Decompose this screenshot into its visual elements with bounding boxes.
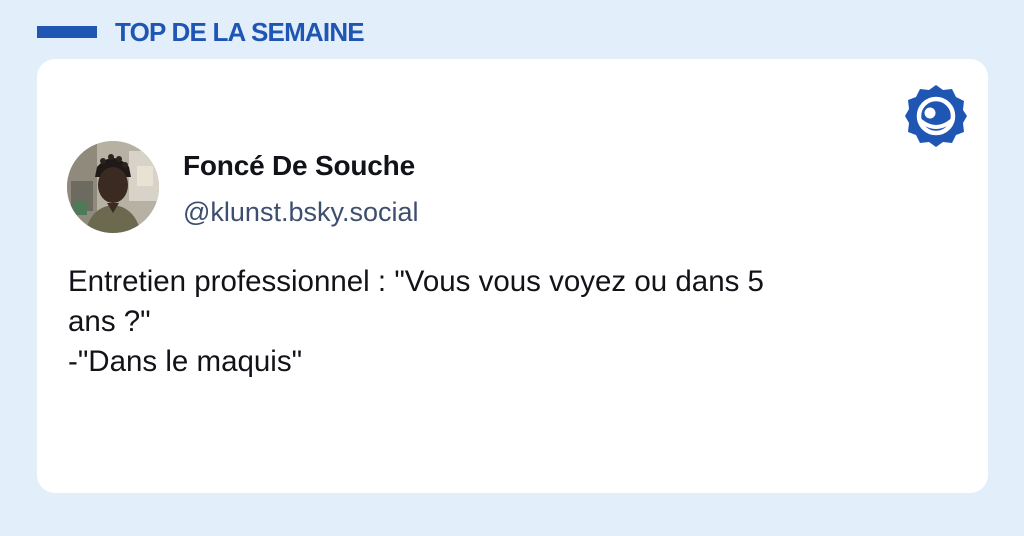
brand-logo-icon	[905, 85, 967, 147]
author-display-name[interactable]: Foncé De Souche	[183, 150, 415, 182]
post-text: Entretien professionnel : "Vous vous voy…	[68, 262, 968, 382]
avatar-photo-icon	[67, 141, 159, 233]
post-text-line: ans ?"	[68, 305, 151, 338]
author-avatar[interactable]	[67, 141, 159, 233]
header-accent-bar	[37, 26, 97, 38]
post-text-line: -"Dans le maquis"	[68, 345, 303, 378]
author-handle[interactable]: @klunst.bsky.social	[183, 197, 419, 228]
section-title: TOP DE LA SEMAINE	[115, 16, 365, 47]
post-card[interactable]: Foncé De Souche @klunst.bsky.social Entr…	[37, 59, 988, 493]
section-header: TOP DE LA SEMAINE	[37, 14, 365, 50]
post-text-line: Entretien professionnel : "Vous vous voy…	[68, 265, 764, 298]
